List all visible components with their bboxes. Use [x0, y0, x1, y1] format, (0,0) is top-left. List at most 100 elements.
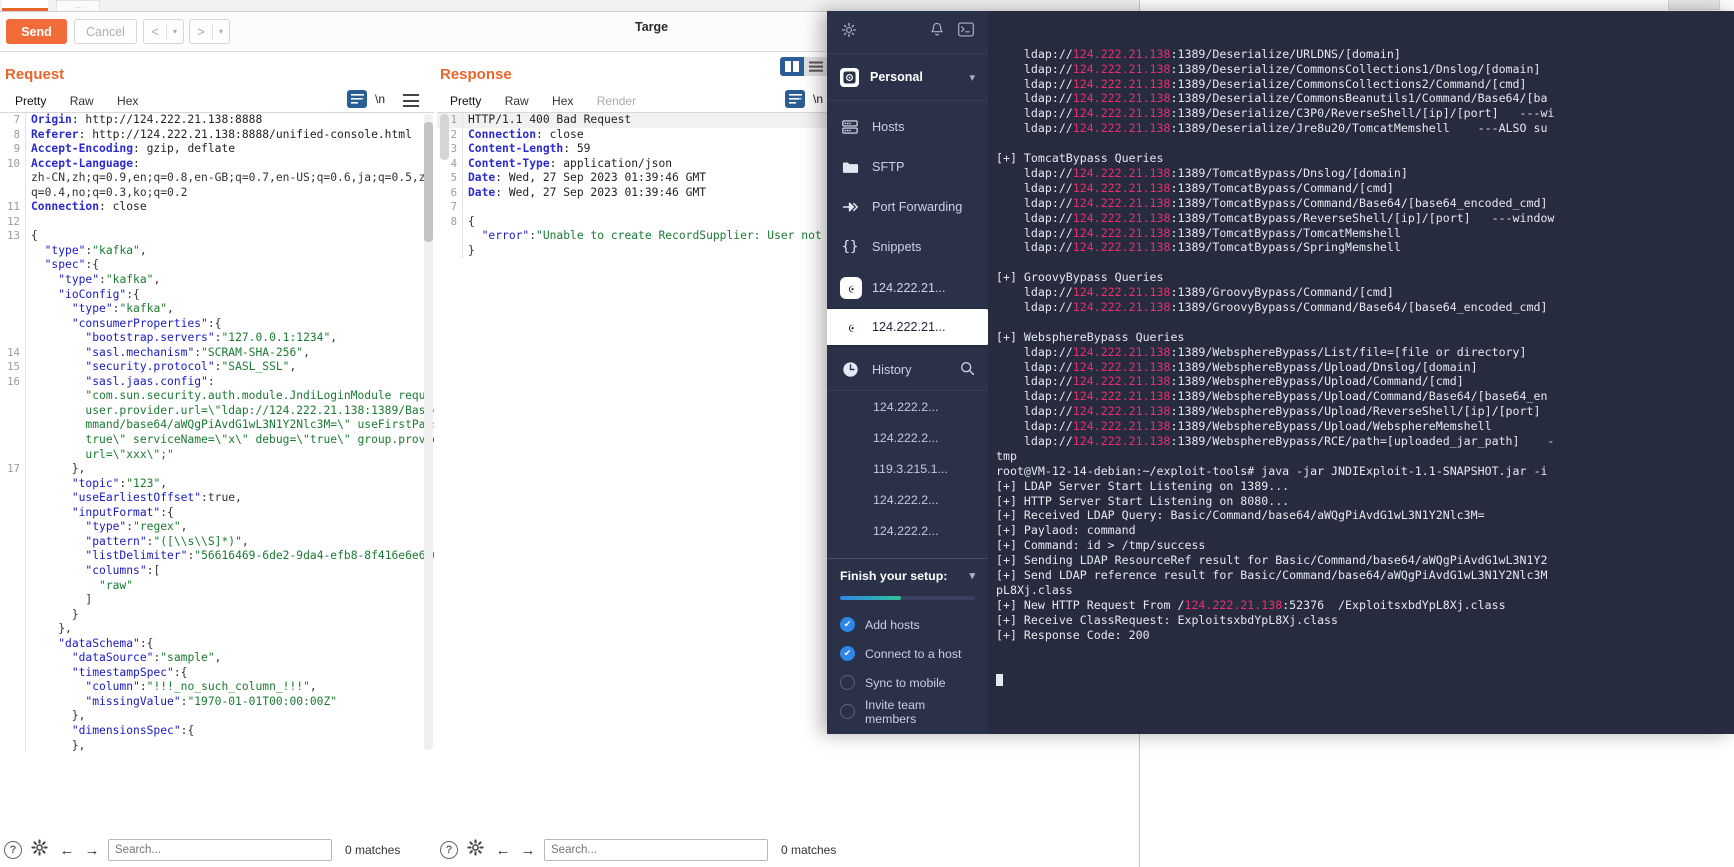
help-icon[interactable]: ?	[4, 841, 22, 859]
chevron-down-icon[interactable]: ▾	[213, 27, 229, 36]
setup-item[interactable]: ✔ Connect to a host	[827, 639, 988, 668]
line-content: {	[31, 229, 38, 243]
termius-sidebar: Personal ▾ Hosts SFTP Port Forwarding {} Sni…	[827, 11, 995, 734]
host-item[interactable]: 124.222.21...	[827, 270, 988, 306]
sidebar-item-sftp[interactable]: SFTP	[827, 147, 988, 187]
setup-item[interactable]: Sync to mobile	[827, 668, 988, 697]
terminal-line: [+] Received LDAP Query: Basic/Command/b…	[996, 508, 1485, 523]
request-search-input[interactable]	[108, 839, 332, 861]
line-content: Accept-Encoding: gzip, deflate	[31, 142, 236, 156]
debian-icon	[840, 277, 862, 299]
line-number	[0, 171, 26, 186]
newline-toggle[interactable]: \n	[813, 92, 823, 106]
search-icon[interactable]	[960, 361, 975, 379]
tab-request-pretty[interactable]: Pretty	[5, 92, 57, 114]
sidebar-item-history[interactable]: History	[827, 349, 988, 391]
sidebar-item-hosts[interactable]: Hosts	[827, 107, 988, 147]
line-number	[0, 534, 26, 550]
response-scrollbar[interactable]	[440, 114, 449, 750]
termius-topbar	[827, 11, 988, 54]
terminal-icon[interactable]	[958, 22, 974, 42]
response-view-tabs: Pretty Raw Hex Render	[440, 92, 646, 114]
screen-root: ... Send Cancel < ▾ > ▾ Targe Request Pr…	[0, 0, 1734, 867]
clock-icon	[840, 361, 860, 378]
line-number	[0, 622, 26, 637]
cancel-button[interactable]: Cancel	[74, 19, 137, 44]
bell-icon[interactable]	[930, 22, 944, 43]
word-wrap-icon[interactable]	[785, 90, 805, 108]
gear-icon[interactable]	[841, 22, 857, 43]
tab-response-render[interactable]: Render	[587, 92, 646, 112]
code-line: "type":"kafka",	[0, 243, 434, 259]
history-item[interactable]: 124.222.2...	[827, 515, 988, 546]
line-content: }	[31, 607, 79, 621]
setup-header[interactable]: Finish your setup: ▾	[827, 558, 988, 592]
response-code-lines: 1 HTTP/1.1 400 Bad Request 2 Connection: cl…	[437, 113, 832, 259]
sidebar-item-port-forwarding[interactable]: Port Forwarding	[827, 187, 988, 227]
send-button[interactable]: Send	[6, 19, 67, 44]
search-next-icon[interactable]: →	[83, 841, 101, 859]
help-icon[interactable]: ?	[440, 841, 458, 859]
code-line: "dataSource":"sample",	[0, 651, 434, 666]
line-content: Accept-Language:	[31, 156, 140, 170]
search-prev-icon[interactable]: ←	[58, 841, 76, 859]
chevron-down-icon[interactable]: ▾	[969, 71, 975, 84]
request-editor[interactable]: 7 Origin: http://124.222.21.138:8888 8 Refe…	[0, 112, 434, 752]
terminal-line: [+] Response Code: 200	[996, 627, 1150, 642]
setup-item[interactable]: ✔ Add hosts	[827, 610, 988, 639]
code-line: 8{	[437, 214, 832, 230]
layout-toggle-group[interactable]	[780, 57, 828, 76]
terminal-output[interactable]: ldap://124.222.21.138:1389/Deserialize/U…	[988, 11, 1734, 734]
line-number	[0, 520, 26, 535]
line-number	[0, 651, 26, 666]
history-item[interactable]: 124.222.2...	[827, 484, 988, 515]
line-number	[0, 287, 26, 303]
sidebar-item-label: SFTP	[872, 160, 905, 174]
history-item[interactable]: 124.222.2...	[827, 391, 988, 422]
tab-repeater-other[interactable]: ...	[56, 0, 100, 11]
line-content: },	[31, 709, 86, 723]
sidebar-item-snippets[interactable]: {} Snippets	[827, 227, 988, 267]
stacked-view-icon[interactable]	[804, 57, 828, 76]
request-scrollbar[interactable]	[424, 114, 433, 750]
tab-repeater-active[interactable]	[2, 0, 48, 11]
gear-icon[interactable]	[31, 839, 48, 861]
organization-selector[interactable]: Personal ▾	[827, 54, 988, 101]
code-line: "columns":[	[0, 563, 434, 579]
terminal-prompt-line	[996, 672, 1734, 687]
line-content: "spec":{	[44, 258, 100, 272]
chevron-down-icon[interactable]: ▾	[167, 27, 183, 36]
search-prev-icon[interactable]: ←	[494, 841, 512, 859]
tab-request-hex[interactable]: Hex	[107, 92, 148, 112]
request-match-count: 0 matches	[345, 843, 401, 857]
gear-icon[interactable]	[467, 839, 484, 861]
response-match-count: 0 matches	[781, 843, 837, 857]
code-line: 8 Referer: http://124.222.21.138:8888/uni…	[0, 127, 434, 143]
request-menu-icon[interactable]	[403, 94, 419, 107]
line-content: true\" serviceName=\"x\" debug=\"true\" …	[31, 433, 434, 447]
line-number	[0, 578, 26, 594]
tab-response-pretty[interactable]: Pretty	[440, 92, 492, 114]
host-item-selected[interactable]: 124.222.21...	[827, 309, 995, 345]
response-editor[interactable]: 1 HTTP/1.1 400 Bad Request 2 Connection: cl…	[437, 112, 832, 752]
word-wrap-icon[interactable]	[347, 90, 367, 108]
newline-toggle[interactable]: \n	[375, 92, 385, 106]
chevron-down-icon[interactable]: ▾	[969, 569, 975, 582]
history-item[interactable]: 124.222.2...	[827, 422, 988, 453]
setup-item[interactable]: Invite team members	[827, 697, 988, 726]
terminal-line: [+] HTTP Server Start Listening on 8080.…	[996, 493, 1290, 508]
terminal-line: [+] Paylaod: command	[996, 523, 1136, 538]
line-number	[0, 243, 26, 259]
response-search-input[interactable]	[544, 839, 768, 861]
line-number: 7	[0, 113, 26, 128]
tab-request-raw[interactable]: Raw	[60, 92, 104, 112]
search-next-icon[interactable]: →	[519, 841, 537, 859]
split-view-icon[interactable]	[780, 57, 804, 76]
history-back-button[interactable]: < ▾	[143, 19, 184, 44]
tab-response-hex[interactable]: Hex	[542, 92, 583, 112]
history-item[interactable]: 119.3.215.1...	[827, 453, 988, 484]
history-forward-button[interactable]: > ▾	[189, 19, 230, 44]
tab-response-raw[interactable]: Raw	[495, 92, 539, 112]
line-content: Date: Wed, 27 Sep 2023 01:39:46 GMT	[468, 185, 707, 199]
code-line: }	[437, 243, 832, 259]
